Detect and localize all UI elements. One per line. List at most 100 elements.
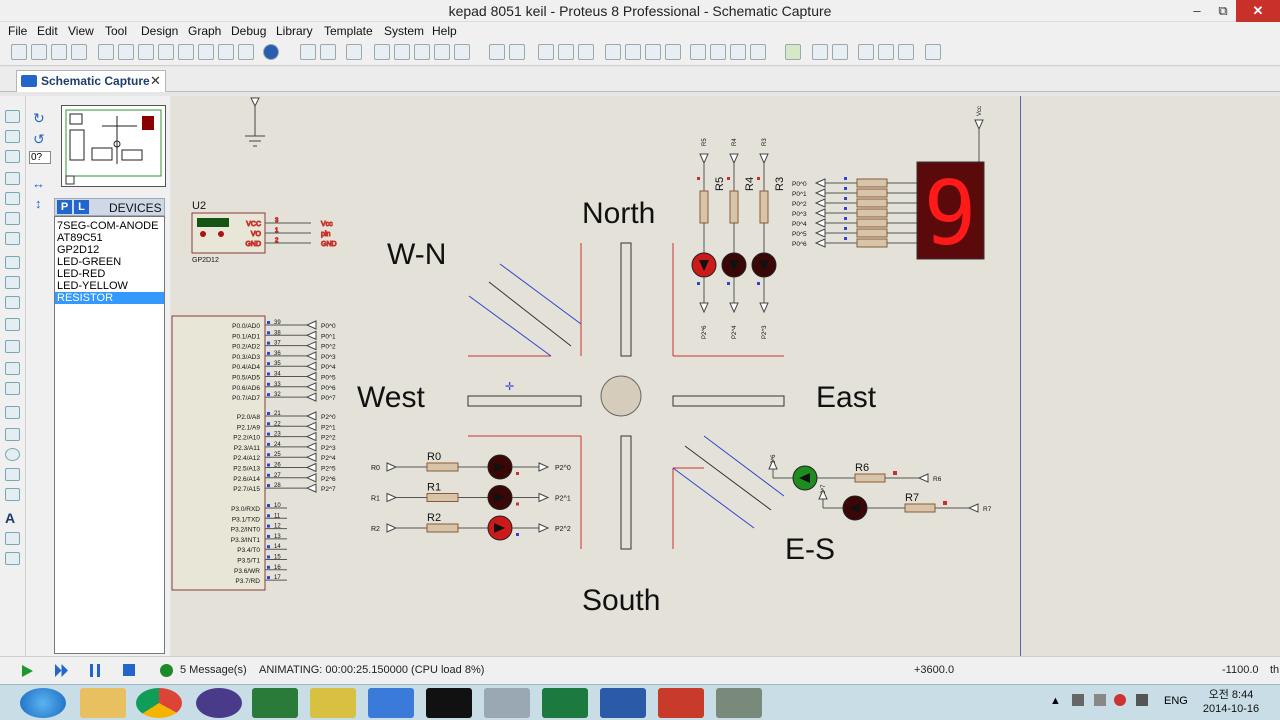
pick-devices-button[interactable]: P: [57, 200, 72, 214]
line-tool-icon[interactable]: [5, 406, 20, 419]
home-icon[interactable]: [98, 44, 114, 60]
close-icon[interactable]: ✕: [1236, 0, 1280, 22]
text-script-icon[interactable]: [5, 192, 20, 205]
cut-icon[interactable]: [538, 44, 554, 60]
junction-dot-icon[interactable]: [5, 150, 20, 163]
list-item[interactable]: LED-RED: [55, 268, 164, 280]
menu-graph[interactable]: Graph: [188, 24, 221, 38]
search-icon[interactable]: [812, 44, 828, 60]
import-icon[interactable]: [71, 44, 87, 60]
list-item[interactable]: GP2D12: [55, 244, 164, 256]
component-mode-icon[interactable]: [5, 130, 20, 143]
schematic-drawing[interactable]: U2 GP2D12 VCC 3 VccVO 1 pinGND 2 GND P0.0/AD0 3…: [171, 96, 1280, 656]
pcb-icon[interactable]: [138, 44, 154, 60]
menu-debug[interactable]: Debug: [231, 24, 266, 38]
save-icon[interactable]: [51, 44, 67, 60]
rotate-clockwise-icon[interactable]: ↻: [33, 110, 48, 126]
block-move-icon[interactable]: [625, 44, 641, 60]
mirror-y-icon[interactable]: ↕: [35, 196, 42, 211]
tab-schematic-capture[interactable]: Schematic Capture ✕: [16, 70, 166, 92]
wire-label-icon[interactable]: [5, 172, 20, 185]
play-icon[interactable]: [22, 665, 33, 677]
remove-sheet-icon[interactable]: [878, 44, 894, 60]
list-item[interactable]: AT89C51: [55, 232, 164, 244]
text-tool-icon[interactable]: A: [5, 510, 20, 526]
circle-tool-icon[interactable]: [5, 448, 20, 461]
explorer-icon[interactable]: [80, 688, 126, 718]
undo-icon[interactable]: [489, 44, 505, 60]
pause-icon[interactable]: [90, 664, 100, 677]
marker-tool-icon[interactable]: [5, 552, 20, 565]
symbol-tool-icon[interactable]: [5, 532, 20, 545]
copy-icon[interactable]: [558, 44, 574, 60]
netlist-icon[interactable]: [925, 44, 941, 60]
rotation-input[interactable]: 0?: [29, 151, 51, 164]
make-device-icon[interactable]: [710, 44, 726, 60]
ie-icon[interactable]: [20, 688, 66, 718]
zoom-area-icon[interactable]: [454, 44, 470, 60]
new-file-icon[interactable]: [11, 44, 27, 60]
menu-tool[interactable]: Tool: [105, 24, 127, 38]
library-manager-button[interactable]: L: [74, 200, 89, 214]
wire-autorouter-icon[interactable]: [785, 44, 801, 60]
voltage-probe-icon[interactable]: [5, 362, 20, 375]
cmd-icon[interactable]: [426, 688, 472, 718]
3d-view-icon[interactable]: [178, 44, 194, 60]
mirror-x-icon[interactable]: ↔: [32, 176, 45, 191]
menu-system[interactable]: System: [384, 24, 424, 38]
zoom-all-icon[interactable]: [434, 44, 450, 60]
menu-edit[interactable]: Edit: [37, 24, 58, 38]
pan-icon[interactable]: [374, 44, 390, 60]
sensor-u2[interactable]: U2 GP2D12 VCC 3 VccVO 1 pinGND 2 GND: [191, 200, 337, 264]
chrome-icon[interactable]: [136, 688, 182, 718]
message-count[interactable]: 5 Message(s): [180, 664, 247, 676]
chip-tool-icon[interactable]: [310, 688, 356, 718]
help-icon[interactable]: [263, 44, 279, 60]
pick-device-icon[interactable]: [690, 44, 706, 60]
tray-flag-icon[interactable]: [1072, 694, 1084, 706]
block-delete-icon[interactable]: [665, 44, 681, 60]
zoom-out-icon[interactable]: [414, 44, 430, 60]
tray-language[interactable]: ENG: [1164, 695, 1188, 707]
open-folder-icon[interactable]: [31, 44, 47, 60]
maximize-icon[interactable]: ⧉: [1208, 0, 1238, 22]
tab-close-icon[interactable]: ✕: [150, 73, 161, 89]
rotate-anticlockwise-icon[interactable]: ↺: [33, 131, 48, 147]
block-rotate-icon[interactable]: [645, 44, 661, 60]
exit-to-parent-icon[interactable]: [898, 44, 914, 60]
pins-icon[interactable]: [5, 276, 20, 289]
list-item-selected[interactable]: RESISTOR: [55, 292, 164, 304]
tray-network-icon[interactable]: [1136, 694, 1148, 706]
grid-icon[interactable]: [320, 44, 336, 60]
menu-template[interactable]: Template: [324, 24, 373, 38]
list-item[interactable]: LED-GREEN: [55, 256, 164, 268]
origin-icon[interactable]: [346, 44, 362, 60]
redo-icon[interactable]: [509, 44, 525, 60]
stop-icon[interactable]: [123, 664, 135, 676]
new-sheet-icon[interactable]: [858, 44, 874, 60]
list-item[interactable]: 7SEG-COM-ANODE: [55, 220, 164, 232]
schematic-icon[interactable]: [118, 44, 134, 60]
buses-icon[interactable]: [5, 212, 20, 225]
selection-mode-icon[interactable]: [5, 110, 20, 123]
notes-icon[interactable]: [218, 44, 234, 60]
block-copy-icon[interactable]: [605, 44, 621, 60]
keil-icon[interactable]: [252, 688, 298, 718]
tray-alert-icon[interactable]: [1114, 694, 1126, 706]
app-icon[interactable]: [368, 688, 414, 718]
schematic-canvas[interactable]: U2 GP2D12 VCC 3 Vcc VO 1 pin GND 2 GND P0.0/AD0 3…: [171, 96, 1280, 656]
generator-icon[interactable]: [5, 340, 20, 353]
tray-app-icon[interactable]: [1094, 694, 1106, 706]
source-code-icon[interactable]: [238, 44, 254, 60]
refresh-icon[interactable]: [300, 44, 316, 60]
tape-recorder-icon[interactable]: [5, 318, 20, 331]
current-probe-icon[interactable]: [5, 382, 20, 395]
menu-help[interactable]: Help: [432, 24, 457, 38]
property-tool-icon[interactable]: [832, 44, 848, 60]
eclipse-icon[interactable]: [196, 688, 242, 718]
step-icon[interactable]: [55, 664, 68, 677]
menu-view[interactable]: View: [68, 24, 94, 38]
overview-window[interactable]: [61, 105, 166, 187]
box-tool-icon[interactable]: [5, 428, 20, 441]
graph-icon[interactable]: [5, 296, 20, 309]
